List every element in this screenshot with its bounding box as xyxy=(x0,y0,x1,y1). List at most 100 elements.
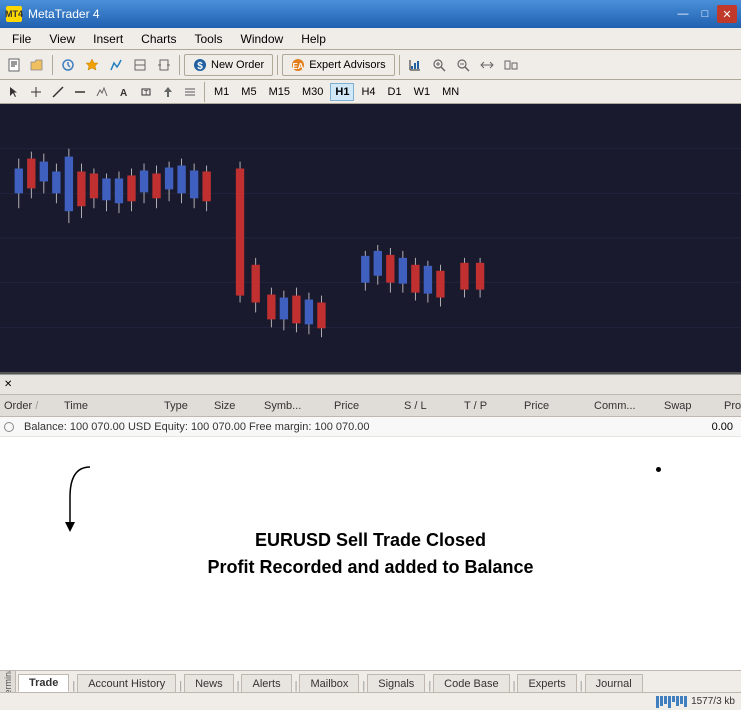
toolbar-zoom-out-btn[interactable] xyxy=(452,54,474,76)
toolbar-open-btn[interactable] xyxy=(26,54,48,76)
svg-text:$: $ xyxy=(197,61,203,72)
col-swap: Swap xyxy=(660,400,720,412)
tool-line[interactable] xyxy=(48,82,68,102)
status-bar: 1577/3 kb xyxy=(0,692,741,710)
toolbar-file-group xyxy=(4,54,48,76)
svg-text:EA: EA xyxy=(293,62,304,71)
main-area: ✕ Order / Time Type Size Symb... Price S… xyxy=(0,104,741,670)
toolbar-btn4[interactable] xyxy=(129,54,151,76)
annotation-area: EURUSD Sell Trade Closed Profit Recorded… xyxy=(0,437,741,670)
bottom-area: Terminal Trade | Account History | News … xyxy=(0,670,741,692)
terminal-close-btn[interactable]: ✕ xyxy=(4,379,12,390)
col-symbol: Symb... xyxy=(260,400,330,412)
col-time: Time xyxy=(60,400,160,412)
title-bar: MT4 MetaTrader 4 — □ ✕ xyxy=(0,0,741,28)
chart-container[interactable] xyxy=(0,104,741,374)
bar7 xyxy=(680,696,683,704)
balance-row: Balance: 100 070.00 USD Equity: 100 070.… xyxy=(0,417,741,437)
candlestick-chart xyxy=(0,104,741,372)
timeframe-mn[interactable]: MN xyxy=(437,83,464,101)
minimize-button[interactable]: — xyxy=(673,5,693,23)
tab-news[interactable]: News xyxy=(184,674,234,692)
col-profit: Profit xyxy=(720,400,741,412)
new-order-label: New Order xyxy=(211,59,264,71)
col-price: Price xyxy=(330,400,400,412)
timeframe-m15[interactable]: M15 xyxy=(264,83,295,101)
close-button[interactable]: ✕ xyxy=(717,5,737,23)
toolbar-btn2[interactable] xyxy=(81,54,103,76)
tool-text[interactable]: A xyxy=(114,82,134,102)
expert-advisors-label: Expert Advisors xyxy=(309,59,385,71)
menu-file[interactable]: File xyxy=(4,29,39,49)
expert-advisors-button[interactable]: EA Expert Advisors xyxy=(282,54,394,76)
sep1 xyxy=(52,55,53,75)
new-order-button[interactable]: $ New Order xyxy=(184,54,273,76)
toolbar-btn5[interactable] xyxy=(153,54,175,76)
menu-help[interactable]: Help xyxy=(293,29,334,49)
timeframe-d1[interactable]: D1 xyxy=(383,83,407,101)
tool-draw[interactable] xyxy=(92,82,112,102)
sep-tf xyxy=(204,82,205,102)
tab-mailbox[interactable]: Mailbox xyxy=(299,674,359,692)
tool-label[interactable]: T xyxy=(136,82,156,102)
bar8 xyxy=(684,696,687,707)
col-sl: S / L xyxy=(400,400,460,412)
menu-insert[interactable]: Insert xyxy=(85,29,131,49)
terminal-header: ✕ xyxy=(0,375,741,395)
window-controls: — □ ✕ xyxy=(673,5,737,23)
timeframe-h1[interactable]: H1 xyxy=(330,83,354,101)
col-order: Order / xyxy=(0,400,60,412)
menu-tools[interactable]: Tools xyxy=(187,29,231,49)
status-right: 1577/3 kb xyxy=(656,696,735,708)
timeframe-m5[interactable]: M5 xyxy=(236,83,261,101)
tool-arrow[interactable] xyxy=(158,82,178,102)
app-icon: MT4 xyxy=(6,6,22,22)
status-bars xyxy=(656,696,687,708)
bar2 xyxy=(660,696,663,706)
title-bar-left: MT4 MetaTrader 4 xyxy=(6,6,100,22)
toolbar-btn3[interactable] xyxy=(105,54,127,76)
toolbar-fit-btn[interactable] xyxy=(476,54,498,76)
timeframe-m1[interactable]: M1 xyxy=(209,83,234,101)
tab-journal[interactable]: Journal xyxy=(585,674,643,692)
menu-window[interactable]: Window xyxy=(233,29,292,49)
toolbar-price-btn[interactable] xyxy=(404,54,426,76)
tab-experts[interactable]: Experts xyxy=(517,674,576,692)
balance-icon xyxy=(4,422,14,432)
tool-crosshair[interactable] xyxy=(26,82,46,102)
balance-info: Balance: 100 070.00 USD Equity: 100 070.… xyxy=(18,421,712,433)
col-comm: Comm... xyxy=(590,400,660,412)
bar6 xyxy=(676,696,679,706)
menu-view[interactable]: View xyxy=(41,29,83,49)
toolbar-btn1[interactable] xyxy=(57,54,79,76)
toolbar-period-btn[interactable] xyxy=(500,54,522,76)
menu-charts[interactable]: Charts xyxy=(133,29,184,49)
tab-signals[interactable]: Signals xyxy=(367,674,425,692)
tab-codebase[interactable]: Code Base xyxy=(433,674,509,692)
main-toolbar: $ New Order EA Expert Advisors xyxy=(0,50,741,80)
toolbar-zoom-in-btn[interactable] xyxy=(428,54,450,76)
tab-trade[interactable]: Trade xyxy=(18,674,69,692)
profit-value: 0.00 xyxy=(712,421,741,433)
tab-alerts[interactable]: Alerts xyxy=(241,674,291,692)
tool-cursor[interactable] xyxy=(4,82,24,102)
chart-toolbar: A T M1 M5 M15 M30 H1 H4 D1 W1 MN xyxy=(0,80,741,104)
timeframe-h4[interactable]: H4 xyxy=(356,83,380,101)
timeframe-w1[interactable]: W1 xyxy=(409,83,436,101)
tool-fib[interactable] xyxy=(180,82,200,102)
arrow-svg xyxy=(60,457,260,537)
sep4 xyxy=(399,55,400,75)
tool-hline[interactable] xyxy=(70,82,90,102)
bar3 xyxy=(664,696,667,704)
sep3 xyxy=(277,55,278,75)
svg-text:T: T xyxy=(144,90,149,97)
app-title: MetaTrader 4 xyxy=(28,7,100,21)
toolbar-new-btn[interactable] xyxy=(4,54,26,76)
tab-account-history[interactable]: Account History xyxy=(77,674,176,692)
annotation-line2: Profit Recorded and added to Balance xyxy=(207,557,533,578)
maximize-button[interactable]: □ xyxy=(695,5,715,23)
terminal-side-tab: Terminal xyxy=(0,671,16,692)
bottom-tabs: Trade | Account History | News | Alerts … xyxy=(16,671,741,692)
timeframe-m30[interactable]: M30 xyxy=(297,83,328,101)
bar4 xyxy=(668,696,671,708)
